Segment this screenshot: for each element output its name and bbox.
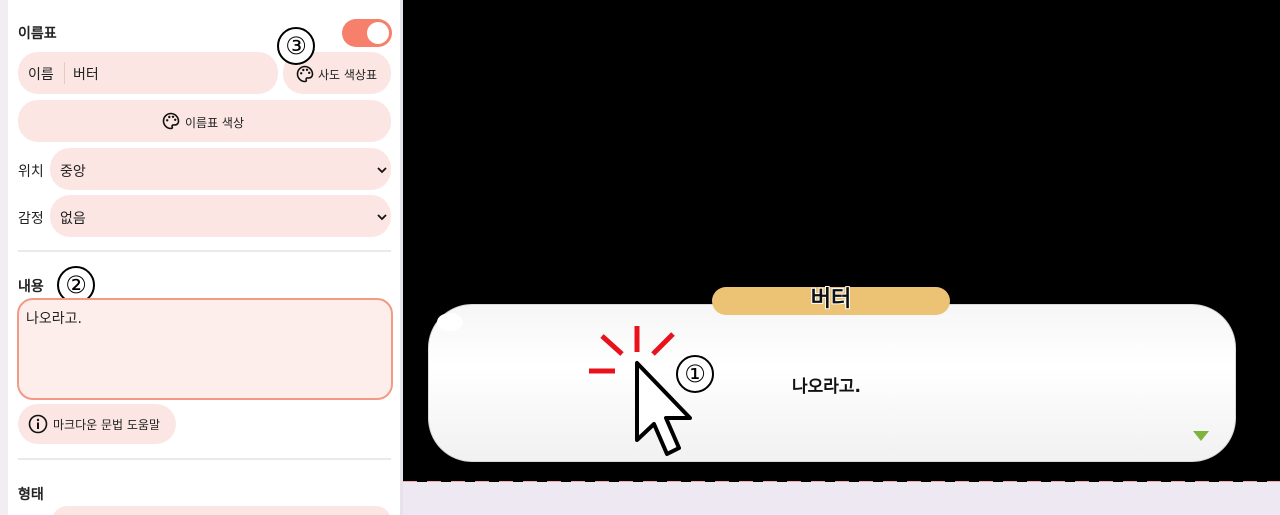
toggle-knob xyxy=(367,22,389,44)
shape-section-title: 형태 xyxy=(18,487,44,503)
next-indicator-icon xyxy=(1193,431,1209,441)
name-input[interactable]: 버터 xyxy=(73,64,99,84)
preview-footer xyxy=(403,482,1280,515)
annotation-marker-1: ① xyxy=(676,355,714,393)
section-divider xyxy=(18,250,391,252)
nameplate-section-title: 이름표 xyxy=(18,26,57,42)
section-divider xyxy=(18,458,391,460)
name-field-label: 이름 xyxy=(28,67,54,83)
shape-select[interactable] xyxy=(52,506,391,515)
emotion-value: 없음 xyxy=(60,211,86,227)
position-select[interactable] xyxy=(50,148,391,190)
emotion-select[interactable] xyxy=(50,195,391,237)
chevron-down-icon xyxy=(377,167,387,174)
name-field[interactable] xyxy=(18,52,278,94)
nameplate-color-label: 이름표 색상 xyxy=(185,116,245,130)
annotation-marker-3: ③ xyxy=(277,27,315,65)
position-value: 중앙 xyxy=(60,164,86,180)
panel-edge xyxy=(0,0,8,515)
markdown-help-label: 마크다운 문법 도움말 xyxy=(53,418,160,432)
content-section-title: 내용 xyxy=(18,279,44,295)
palette-icon xyxy=(296,65,314,83)
content-text: 나오라고. xyxy=(26,311,82,327)
chevron-down-icon xyxy=(377,214,387,221)
dialog-box-shine xyxy=(437,313,463,331)
palette-icon xyxy=(162,112,180,130)
preset-palette-label: 사도 색상표 xyxy=(318,68,378,82)
name-field-separator xyxy=(64,62,65,84)
speaker-name: 버터 xyxy=(810,286,852,313)
dialog-text: 나오라고. xyxy=(792,377,862,397)
emotion-label: 감정 xyxy=(18,211,44,227)
nameplate-toggle[interactable] xyxy=(342,19,392,47)
info-icon xyxy=(28,414,48,434)
position-label: 위치 xyxy=(18,164,44,180)
